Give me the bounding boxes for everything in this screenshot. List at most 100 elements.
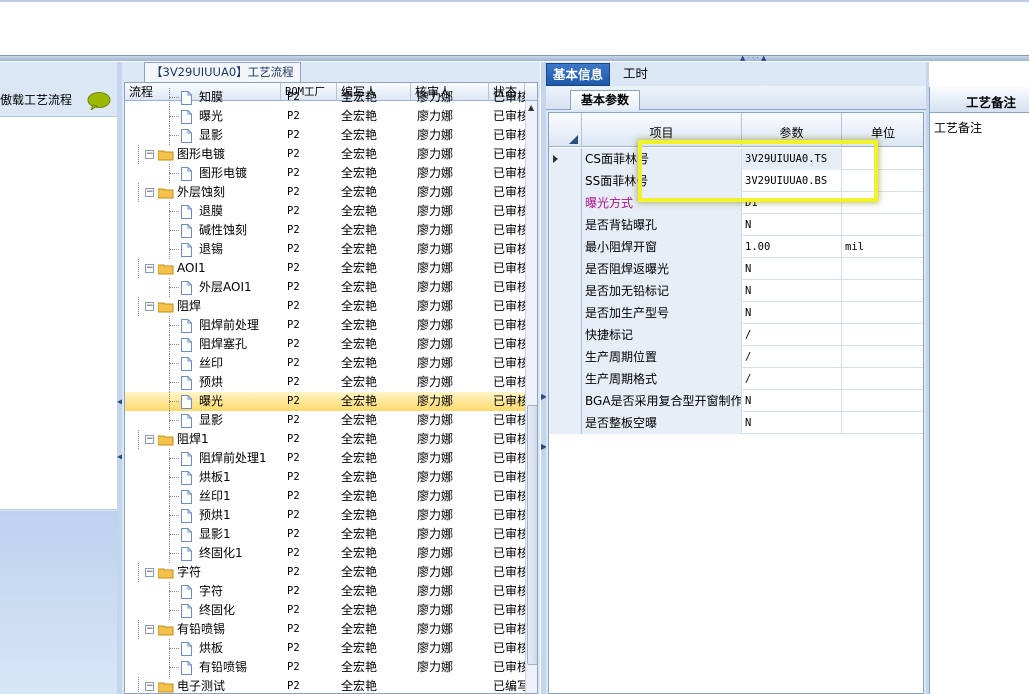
subtab-basic-params[interactable]: 基本参数 [570, 90, 641, 110]
reviewer-cell: 廖力娜 [417, 470, 454, 484]
tree-row[interactable]: 预烘 P2 全宏艳 廖力娜 已审核 [125, 373, 525, 392]
bom-factory-cell: P2 [287, 680, 300, 692]
collapse-toggle-icon[interactable]: − [145, 568, 154, 577]
tree-row[interactable]: 烘板 P2 全宏艳 廖力娜 已审核 [125, 639, 525, 658]
row-indicator[interactable] [549, 214, 582, 236]
tree-row[interactable]: 阻焊塞孔 P2 全宏艳 廖力娜 已审核 [125, 335, 525, 354]
tree-row[interactable]: 显影 P2 全宏艳 廖力娜 已审核 [125, 126, 525, 145]
tree-row[interactable]: 丝印 P2 全宏艳 廖力娜 已审核 [125, 354, 525, 373]
collapse-toggle-icon[interactable]: − [145, 264, 154, 273]
param-value-cell[interactable]: 3V29UIUUA0.BS [742, 170, 842, 192]
tree-row[interactable]: 烘板1 P2 全宏艳 廖力娜 已审核 [125, 468, 525, 487]
reviewer-cell: 廖力娜 [417, 394, 454, 408]
tree-row[interactable]: 丝印1 P2 全宏艳 廖力娜 已审核 [125, 487, 525, 506]
row-indicator[interactable] [549, 412, 582, 434]
tree-row[interactable]: − 有铅喷锡 P2 全宏艳 廖力娜 已审核 [125, 620, 525, 639]
param-value-cell[interactable]: N [742, 280, 842, 302]
param-row[interactable]: 是否整板空曝 N [549, 412, 923, 434]
tree-row[interactable]: 曝光 P2 全宏艳 廖力娜 已审核 [125, 107, 525, 126]
param-row[interactable]: 生产周期格式 / [549, 368, 923, 390]
tree-row[interactable]: 预烘1 P2 全宏艳 廖力娜 已审核 [125, 506, 525, 525]
row-indicator[interactable] [549, 148, 582, 170]
param-row[interactable]: 是否加生产型号 N [549, 302, 923, 324]
param-value-cell[interactable]: N [742, 302, 842, 324]
tree-row[interactable]: 碱性蚀刻 P2 全宏艳 廖力娜 已审核 [125, 221, 525, 240]
row-indicator[interactable] [549, 390, 582, 412]
param-row[interactable]: 最小阻焊开窗 1.00 mil [549, 236, 923, 258]
param-row[interactable]: CS面菲林号 3V29UIUUA0.TS [549, 148, 923, 170]
tab-work-hours[interactable]: 工时 [617, 63, 654, 86]
tree-row[interactable]: 外层AOI1 P2 全宏艳 廖力娜 已审核 [125, 278, 525, 297]
tree-row[interactable]: 阻焊前处理 P2 全宏艳 廖力娜 已审核 [125, 316, 525, 335]
tree-row[interactable]: 终固化 P2 全宏艳 廖力娜 已审核 [125, 601, 525, 620]
tree-row[interactable]: 图形电镀 P2 全宏艳 廖力娜 已审核 [125, 164, 525, 183]
tree-row[interactable]: 曝光 P2 全宏艳 廖力娜 已审核 [125, 392, 525, 411]
writer-cell: 全宏艳 [341, 489, 378, 503]
tree-row[interactable]: − 阻焊1 P2 全宏艳 廖力娜 已审核 [125, 430, 525, 449]
param-row[interactable]: 快捷标记 / [549, 324, 923, 346]
process-tree-tab[interactable]: 【3V29UIUUA0】工艺流程 [144, 62, 301, 82]
param-value-cell[interactable]: N [742, 412, 842, 434]
tree-row[interactable]: 阻焊前处理1 P2 全宏艳 廖力娜 已审核 [125, 449, 525, 468]
param-value-cell[interactable]: 3V29UIUUA0.TS [742, 148, 842, 170]
param-row[interactable]: 曝光方式 D1 [549, 192, 923, 214]
tree-row[interactable]: 退膜 P2 全宏艳 廖力娜 已审核 [125, 202, 525, 221]
status-cell: 已审核 [493, 603, 525, 617]
collapse-toggle-icon[interactable]: − [145, 150, 154, 159]
collapse-toggle-icon[interactable]: − [145, 302, 154, 311]
param-row[interactable]: 是否阻焊返曝光 N [549, 258, 923, 280]
collapse-toggle-icon[interactable]: − [145, 625, 154, 634]
param-value-cell[interactable]: / [742, 346, 842, 368]
tree-scrollbar[interactable]: ▲ [525, 101, 537, 693]
tree-row[interactable]: − 图形电镀 P2 全宏艳 廖力娜 已审核 [125, 145, 525, 164]
tree-row[interactable]: − 电子测试 P2 全宏艳 已编写 [125, 677, 525, 693]
param-row[interactable]: 是否背钻曝孔 N [549, 214, 923, 236]
param-value-cell[interactable]: D1 [742, 192, 842, 214]
tree-scroll-thumb[interactable] [527, 405, 537, 665]
row-indicator[interactable] [549, 368, 582, 390]
tab-basic-info[interactable]: 基本信息 [546, 63, 611, 86]
tree-row[interactable]: 有铅喷锡 P2 全宏艳 廖力娜 已审核 [125, 658, 525, 677]
top-splitter[interactable] [0, 55, 1029, 61]
scroll-up-icon[interactable]: ▲ [528, 103, 534, 112]
tree-node-label: 丝印 [199, 356, 224, 370]
param-value-cell[interactable]: 1.00 [742, 236, 842, 258]
speech-bubble-icon[interactable] [87, 92, 111, 110]
row-indicator[interactable] [549, 170, 582, 192]
tree-row[interactable]: − 阻焊 P2 全宏艳 廖力娜 已审核 [125, 297, 525, 316]
param-value-cell[interactable]: N [742, 258, 842, 280]
splitter-grip-icon[interactable]: ▲ · · · ▲ [740, 55, 766, 62]
param-row[interactable]: 生产周期位置 / [549, 346, 923, 368]
param-value-cell[interactable]: N [742, 214, 842, 236]
row-indicator[interactable] [549, 258, 582, 280]
param-value-cell[interactable]: / [742, 324, 842, 346]
col-header-unit[interactable]: 单位 [842, 113, 923, 147]
tree-row[interactable]: − 外层蚀刻 P2 全宏艳 廖力娜 已审核 [125, 183, 525, 202]
param-value-cell[interactable]: N [742, 390, 842, 412]
tree-row[interactable]: 字符 P2 全宏艳 廖力娜 已审核 [125, 582, 525, 601]
row-indicator[interactable] [549, 346, 582, 368]
row-indicator[interactable] [549, 302, 582, 324]
tree-row[interactable]: 退锡 P2 全宏艳 廖力娜 已审核 [125, 240, 525, 259]
tree-row[interactable]: 显影1 P2 全宏艳 廖力娜 已审核 [125, 525, 525, 544]
collapse-toggle-icon[interactable]: − [145, 435, 154, 444]
col-header-item[interactable]: 项目 [582, 113, 742, 147]
param-row[interactable]: BGA是否采用复合型开窗制作 N [549, 390, 923, 412]
row-indicator[interactable] [549, 324, 582, 346]
collapse-toggle-icon[interactable]: − [145, 682, 154, 691]
tree-row[interactable]: 知膜 P2 全宏艳 廖力娜 已审核 [125, 88, 525, 107]
tree-node-label: 阻焊前处理1 [199, 451, 267, 465]
row-indicator[interactable] [549, 192, 582, 214]
collapse-toggle-icon[interactable]: − [145, 188, 154, 197]
tree-row[interactable]: 显影 P2 全宏艳 廖力娜 已审核 [125, 411, 525, 430]
row-indicator[interactable] [549, 280, 582, 302]
col-header-value[interactable]: 参数 [742, 113, 842, 147]
tree-row[interactable]: − AOI1 P2 全宏艳 廖力娜 已审核 [125, 259, 525, 278]
param-row[interactable]: 是否加无铅标记 N [549, 280, 923, 302]
param-row[interactable]: SS面菲林号 3V29UIUUA0.BS [549, 170, 923, 192]
row-indicator[interactable] [549, 236, 582, 258]
tree-row[interactable]: − 字符 P2 全宏艳 廖力娜 已审核 [125, 563, 525, 582]
param-value-cell[interactable]: / [742, 368, 842, 390]
document-icon [181, 452, 192, 466]
tree-row[interactable]: 终固化1 P2 全宏艳 廖力娜 已审核 [125, 544, 525, 563]
